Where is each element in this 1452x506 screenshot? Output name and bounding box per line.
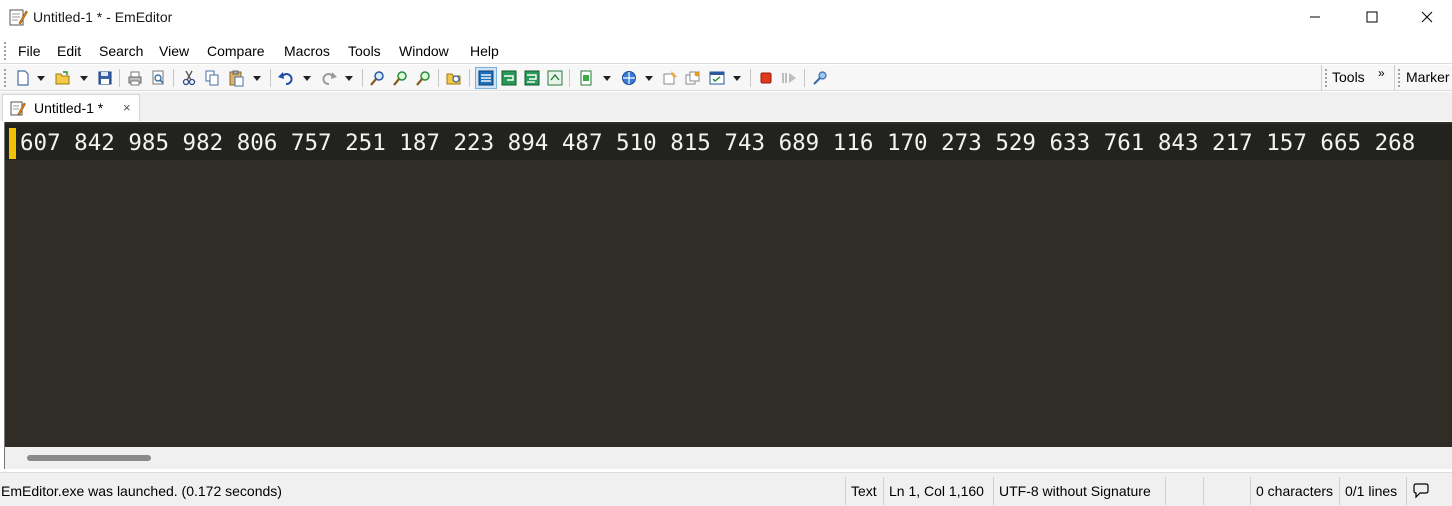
toolbar-separator — [173, 69, 174, 87]
save-icon[interactable] — [96, 69, 114, 87]
menu-bar: File Edit Search View Compare Macros Too… — [0, 38, 1452, 64]
horizontal-scrollbar-thumb[interactable] — [27, 455, 151, 461]
tools-toolbar-grip[interactable] — [1325, 69, 1329, 87]
toolbar-separator — [469, 69, 470, 87]
configuration-icon[interactable] — [684, 69, 702, 87]
status-empty-cell — [1165, 477, 1201, 505]
chat-bubble-icon — [1413, 483, 1429, 499]
open-folder-icon[interactable] — [54, 69, 72, 87]
status-cursor-position[interactable]: Ln 1, Col 1,160 — [883, 477, 984, 505]
emeditor-app-icon — [9, 9, 28, 26]
tab-close-icon[interactable]: × — [123, 100, 131, 115]
open-dropdown[interactable] — [80, 76, 88, 81]
print-icon[interactable] — [126, 69, 144, 87]
wrap-by-window-icon[interactable] — [523, 69, 541, 87]
status-message: EmEditor.exe was launched. (0.172 second… — [1, 483, 282, 499]
encoding-dropdown[interactable] — [645, 76, 653, 81]
toolbar-separator — [750, 69, 751, 87]
toolbar-grip[interactable] — [4, 69, 8, 87]
main-toolbar: Tools » Marker — [0, 65, 1452, 91]
menu-tools[interactable]: Tools — [348, 43, 381, 59]
toolbar-separator — [804, 69, 805, 87]
properties-icon[interactable] — [708, 69, 726, 87]
status-line-count: 0/1 lines — [1339, 477, 1397, 505]
redo-icon[interactable] — [320, 69, 338, 87]
find-in-files-icon[interactable] — [445, 69, 463, 87]
copy-icon[interactable] — [203, 69, 221, 87]
status-char-count: 0 characters — [1250, 477, 1333, 505]
toolbar-separator — [569, 69, 570, 87]
redo-dropdown[interactable] — [345, 76, 353, 81]
toolbar-separator — [270, 69, 271, 87]
record-macro-icon[interactable] — [757, 69, 775, 87]
menu-window[interactable]: Window — [399, 43, 449, 59]
status-empty-cell — [1203, 477, 1249, 505]
tools-toolbar-label[interactable]: Tools — [1332, 69, 1365, 85]
tools-toolbar-overflow-icon[interactable]: » — [1378, 66, 1385, 80]
title-bar: Untitled-1 * - EmEditor — [0, 0, 1452, 36]
status-notifications[interactable] — [1406, 477, 1452, 505]
menu-search[interactable]: Search — [99, 43, 143, 59]
find-icon[interactable] — [369, 69, 387, 87]
properties-dropdown[interactable] — [733, 76, 741, 81]
horizontal-scrollbar[interactable] — [4, 447, 1452, 469]
tab-untitled-1[interactable]: Untitled-1 * × — [2, 94, 140, 121]
print-preview-icon[interactable] — [149, 69, 167, 87]
clipboard-dropdown[interactable] — [603, 76, 611, 81]
customize-icon[interactable] — [661, 69, 679, 87]
maximize-button[interactable] — [1347, 0, 1397, 34]
new-file-dropdown[interactable] — [37, 76, 45, 81]
toolbar-separator — [438, 69, 439, 87]
editor-line-1[interactable]: 607 842 985 982 806 757 251 187 223 894 … — [20, 128, 1415, 158]
close-window-button[interactable] — [1402, 0, 1452, 34]
menu-edit[interactable]: Edit — [57, 43, 81, 59]
menu-help[interactable]: Help — [470, 43, 499, 59]
cut-icon[interactable] — [180, 69, 198, 87]
toolbar-band-separator — [1394, 65, 1395, 91]
status-bar: EmEditor.exe was launched. (0.172 second… — [0, 472, 1452, 506]
status-mode[interactable]: Text — [845, 477, 877, 505]
wrap-by-chars-icon[interactable] — [500, 69, 518, 87]
document-edit-icon — [10, 101, 26, 116]
clipboard-history-icon[interactable] — [577, 69, 595, 87]
plugins-icon[interactable] — [811, 69, 829, 87]
menu-file[interactable]: File — [18, 43, 41, 59]
paste-dropdown[interactable] — [253, 76, 261, 81]
window-title: Untitled-1 * - EmEditor — [33, 9, 173, 25]
undo-dropdown[interactable] — [303, 76, 311, 81]
text-editor-area[interactable]: 607 842 985 982 806 757 251 187 223 894 … — [4, 122, 1452, 447]
paste-icon[interactable] — [227, 69, 245, 87]
wrap-by-page-icon[interactable] — [546, 69, 564, 87]
menu-view[interactable]: View — [159, 43, 189, 59]
toolbar-band-separator — [1321, 65, 1322, 91]
find-previous-icon[interactable] — [415, 69, 433, 87]
tab-label: Untitled-1 * — [34, 100, 104, 116]
marker-toolbar-label[interactable]: Marker — [1406, 69, 1450, 85]
toolbar-separator — [119, 69, 120, 87]
maximize-icon — [1366, 11, 1378, 23]
close-icon — [1421, 11, 1433, 23]
wrap-none-icon[interactable] — [477, 69, 495, 87]
minimize-icon — [1310, 16, 1320, 18]
menubar-grip[interactable] — [4, 42, 8, 60]
toolbar-separator — [362, 69, 363, 87]
run-macro-icon[interactable] — [780, 69, 798, 87]
find-next-icon[interactable] — [392, 69, 410, 87]
encoding-icon[interactable] — [620, 69, 638, 87]
modified-line-marker — [9, 128, 16, 159]
status-encoding[interactable]: UTF-8 without Signature — [993, 477, 1151, 505]
minimize-button[interactable] — [1290, 0, 1340, 34]
document-tab-bar: Untitled-1 * × — [0, 92, 1452, 121]
undo-icon[interactable] — [277, 69, 295, 87]
menu-macros[interactable]: Macros — [284, 43, 330, 59]
new-file-icon[interactable] — [14, 69, 32, 87]
marker-toolbar-grip[interactable] — [1398, 69, 1402, 87]
menu-compare[interactable]: Compare — [207, 43, 265, 59]
